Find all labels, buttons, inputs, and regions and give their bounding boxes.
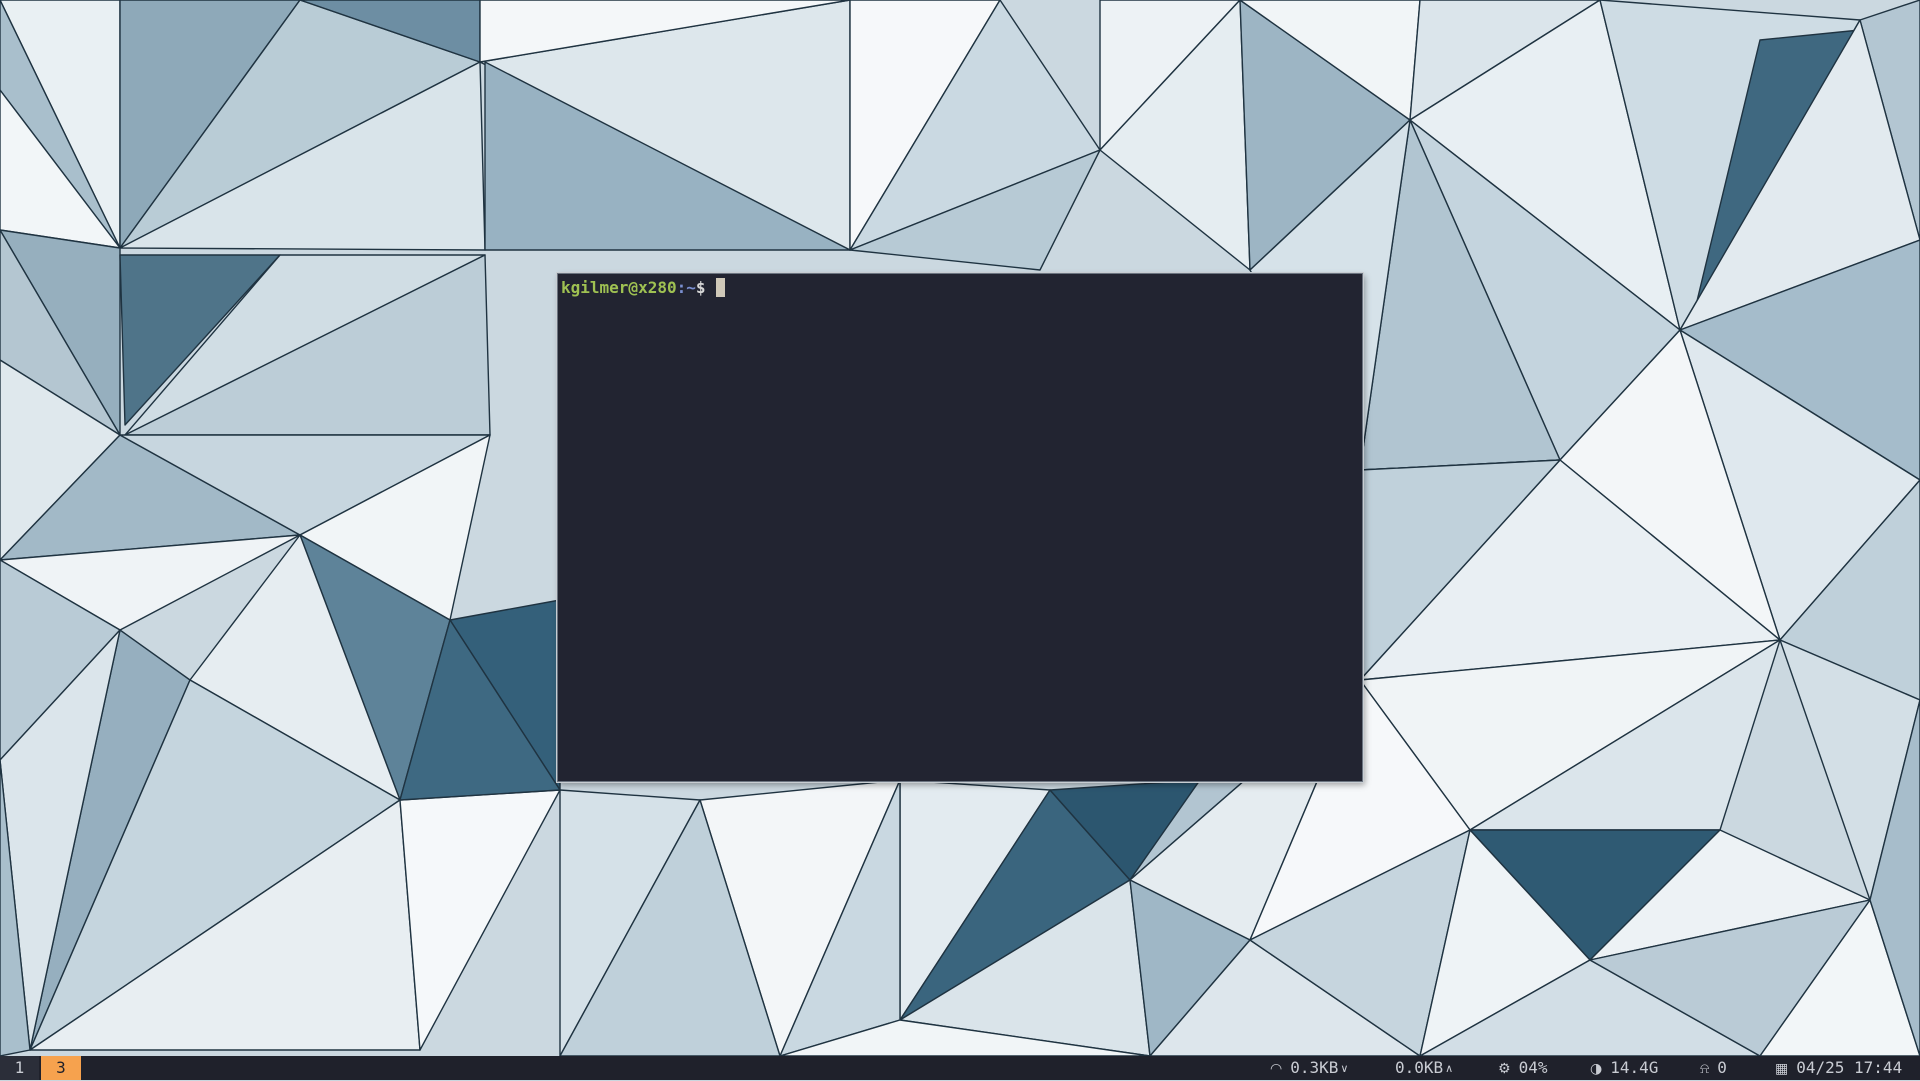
notifications-count: 0 — [1717, 1058, 1727, 1077]
net-up-value: 0.0KB — [1395, 1058, 1444, 1077]
chevron-down-icon: ∨ — [1340, 1062, 1349, 1075]
prompt-user-host: kgilmer@x280 — [561, 278, 677, 297]
disk-value: 14.4G — [1610, 1058, 1659, 1077]
cpu-status[interactable]: ⚙ 04% — [1498, 1056, 1547, 1080]
cpu-icon: ⚙ — [1498, 1061, 1511, 1077]
cpu-value: 04% — [1518, 1058, 1548, 1077]
datetime-value: 04/25 17:44 — [1796, 1058, 1903, 1077]
disk-icon: ◑ — [1590, 1061, 1603, 1077]
disk-status[interactable]: ◑ 14.4G — [1590, 1056, 1658, 1080]
prompt-path: :~ — [676, 278, 696, 297]
terminal-prompt: kgilmer@x280:~$ — [561, 277, 725, 299]
wifi-icon: ◠ — [1270, 1061, 1283, 1077]
status-bar: 1 3 ◠ 0.3KB ∨ 0.0KB ∧ ⚙ 04% ◑ 14.4G ⍾ 0 ▦ 04/25… — [0, 1056, 1920, 1080]
bell-icon: ⍾ — [1700, 1061, 1710, 1077]
notifications-status[interactable]: ⍾ 0 — [1700, 1056, 1727, 1080]
workspace-3-button[interactable]: 3 — [41, 1056, 81, 1080]
prompt-symbol: $ — [695, 278, 706, 297]
terminal-window[interactable]: kgilmer@x280:~$ — [557, 273, 1363, 782]
net-upload-status: 0.0KB ∧ — [1395, 1056, 1453, 1080]
clock-status[interactable]: ▦ 04/25 17:44 — [1775, 1056, 1902, 1080]
chevron-up-icon: ∧ — [1445, 1062, 1454, 1075]
workspace-1-button[interactable]: 1 — [0, 1056, 39, 1080]
network-status[interactable]: ◠ 0.3KB ∨ — [1270, 1056, 1348, 1080]
calendar-icon: ▦ — [1775, 1061, 1789, 1077]
text-cursor — [715, 278, 725, 297]
net-down-value: 0.3KB — [1290, 1058, 1339, 1077]
